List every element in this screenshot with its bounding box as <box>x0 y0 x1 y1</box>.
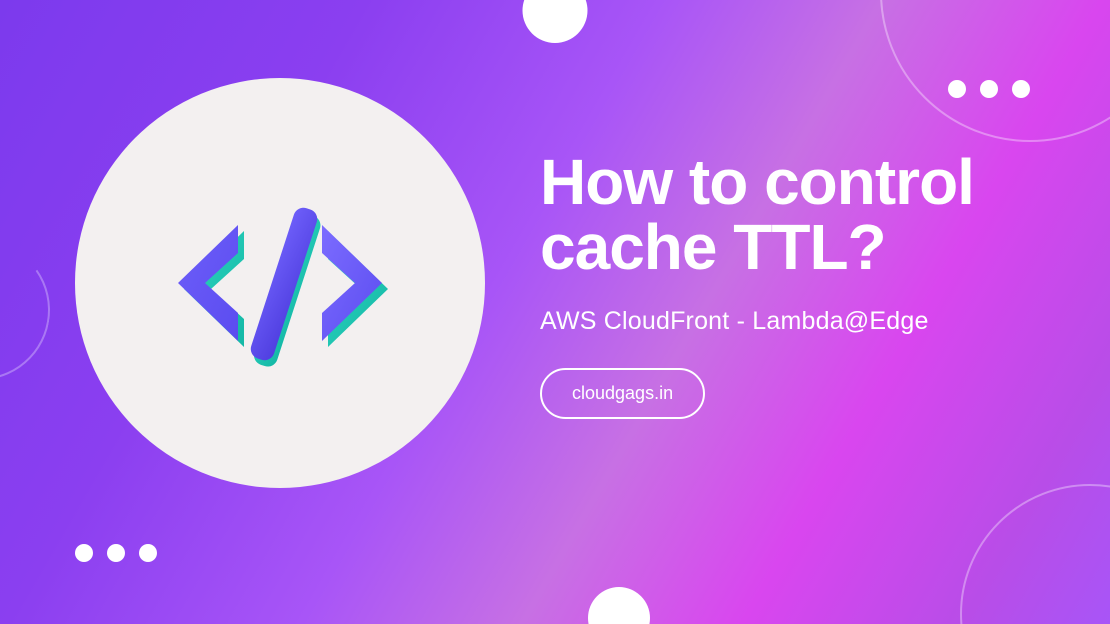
decorative-ring-bottom <box>960 484 1110 624</box>
decorative-dot-bottom <box>588 587 650 624</box>
code-slash-icon <box>150 153 410 413</box>
decorative-ring-top <box>880 0 1110 142</box>
decorative-dot-top <box>523 0 588 43</box>
text-block: How to control cache TTL? AWS CloudFront… <box>540 150 1050 419</box>
icon-circle <box>75 78 485 488</box>
decorative-dots-bottom-left <box>75 544 157 562</box>
hero-title: How to control cache TTL? <box>540 150 1050 281</box>
decorative-arc-left <box>0 229 61 391</box>
site-pill: cloudgags.in <box>540 368 705 419</box>
hero-banner: How to control cache TTL? AWS CloudFront… <box>0 0 1110 624</box>
decorative-dots-top-right <box>948 80 1030 98</box>
hero-subtitle: AWS CloudFront - Lambda@Edge <box>540 307 1050 336</box>
